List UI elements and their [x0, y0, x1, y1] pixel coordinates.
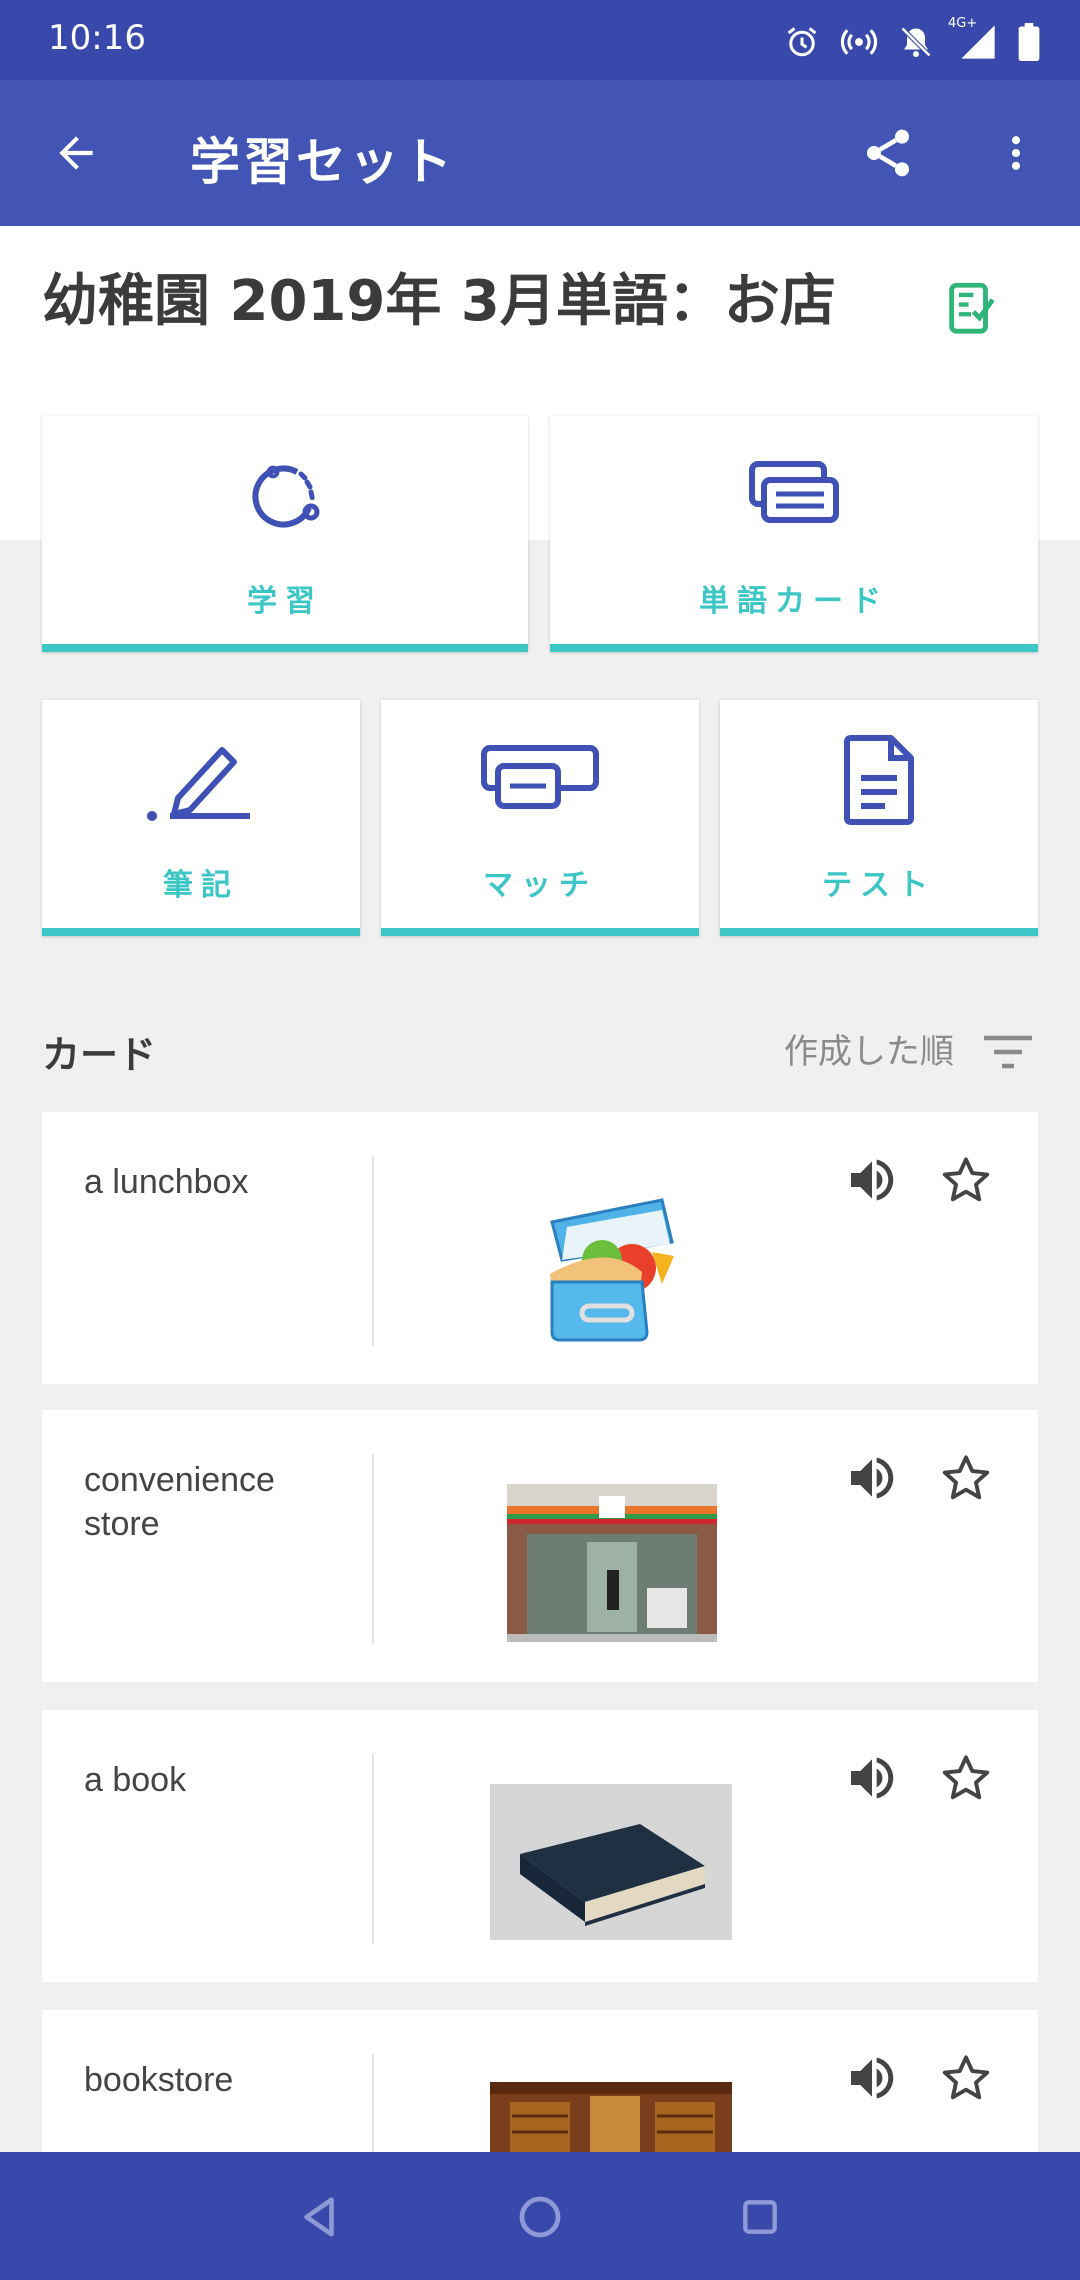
term-card: a book	[42, 1710, 1038, 1982]
test-icon	[844, 735, 914, 825]
mode-write[interactable]: 筆記	[42, 700, 360, 936]
card-audio-button[interactable]	[832, 2040, 912, 2116]
speaker-icon	[851, 1457, 894, 1499]
star-icon	[942, 1157, 990, 1202]
notifications-off-icon	[898, 24, 934, 60]
learn-icon	[252, 465, 320, 528]
card-term: a lunchbox	[84, 1163, 249, 1201]
more-options-button[interactable]	[980, 117, 1052, 189]
mode-flashcards[interactable]: 単語カード	[550, 416, 1038, 652]
bookstore-image	[490, 2082, 732, 2152]
battery-icon	[1018, 23, 1040, 61]
card-term: convenience store	[84, 1461, 275, 1543]
convenience-store-image	[507, 1484, 717, 1642]
book-image	[490, 1784, 732, 1940]
app-bar: 学習セット	[0, 80, 1080, 226]
card-term: bookstore	[84, 2061, 234, 2099]
nav-recents-button[interactable]	[725, 2182, 795, 2252]
sort-icon[interactable]	[982, 1032, 1034, 1072]
card-star-button[interactable]	[926, 2040, 1006, 2116]
star-icon	[942, 1755, 990, 1800]
page-title: 学習セット	[190, 133, 455, 191]
lunchbox-image	[522, 1182, 692, 1352]
share-button[interactable]	[852, 117, 924, 189]
sort-button[interactable]: 作成した順	[784, 1024, 954, 1073]
flashcards-icon	[749, 461, 839, 523]
card-star-button[interactable]	[926, 1440, 1006, 1516]
term-card: convenience store	[42, 1410, 1038, 1682]
mode-match-label: マッチ	[483, 868, 597, 903]
cards-section-header: カード 作成した順	[42, 1020, 1038, 1080]
mode-flashcards-label: 単語カード	[699, 584, 889, 619]
checklist-icon	[949, 282, 995, 334]
nav-home-button[interactable]	[505, 2182, 575, 2252]
status-bar: 10:16 4G+	[0, 0, 1080, 80]
nav-back-icon	[304, 2197, 334, 2237]
card-audio-button[interactable]	[832, 1740, 912, 1816]
card-divider	[372, 2054, 374, 2152]
mode-match[interactable]: マッチ	[381, 700, 699, 936]
card-audio-button[interactable]	[832, 1440, 912, 1516]
nav-back-button[interactable]	[285, 2182, 355, 2252]
term-card: bookstore	[42, 2010, 1038, 2152]
speaker-icon	[851, 1159, 894, 1201]
hotspot-icon	[840, 23, 878, 61]
card-audio-button[interactable]	[832, 1142, 912, 1218]
card-star-button[interactable]	[926, 1142, 1006, 1218]
nav-recents-icon	[743, 2200, 777, 2234]
card-divider	[372, 1454, 374, 1644]
alarm-icon	[784, 24, 820, 60]
speaker-icon	[851, 2057, 894, 2099]
card-divider	[372, 1754, 374, 1944]
star-icon	[942, 1455, 990, 1500]
set-title: 幼稚園 2019年 3月単語：お店	[42, 269, 836, 334]
more-vert-icon	[1011, 136, 1021, 170]
back-arrow-icon	[59, 136, 93, 170]
term-card: a lunchbox	[42, 1112, 1038, 1384]
checklist-button[interactable]	[946, 278, 996, 340]
card-star-button[interactable]	[926, 1740, 1006, 1816]
mode-learn-label: 学習	[247, 584, 323, 619]
star-icon	[942, 2055, 990, 2100]
nav-home-icon	[519, 2196, 561, 2238]
system-nav-bar	[0, 2152, 1080, 2280]
speaker-icon	[851, 1757, 894, 1799]
mode-test-label: テスト	[822, 868, 936, 903]
card-term: a book	[84, 1761, 187, 1799]
mode-learn[interactable]: 学習	[42, 416, 528, 652]
back-button[interactable]	[40, 117, 112, 189]
signal-icon: 4G+	[948, 16, 998, 62]
match-icon	[481, 745, 599, 809]
cards-section-title: カード	[42, 1033, 157, 1077]
status-time: 10:16	[48, 18, 146, 58]
mode-write-label: 筆記	[163, 868, 239, 903]
share-icon	[867, 129, 909, 177]
write-icon	[147, 747, 250, 821]
mode-test[interactable]: テスト	[720, 700, 1038, 936]
status-icons: 4G+	[784, 16, 1040, 64]
card-divider	[372, 1156, 374, 1346]
